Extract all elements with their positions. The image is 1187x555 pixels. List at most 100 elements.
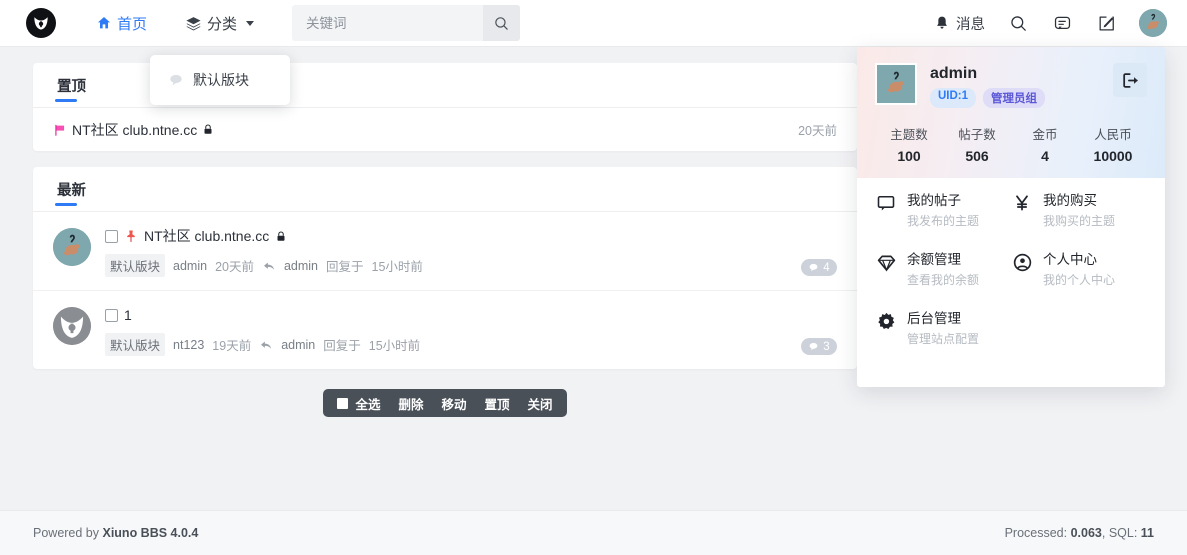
menu-item-title: 我的帖子	[907, 193, 961, 208]
latest-card-tabs: 最新	[33, 167, 857, 212]
chat-button[interactable]	[1051, 12, 1073, 34]
lock-icon	[204, 124, 212, 134]
menu-item-sub: 我购买的主题	[1043, 214, 1116, 228]
stat-posts-label: 帖子数	[958, 128, 996, 142]
stat-credit-value: 10000	[1093, 148, 1133, 164]
thread-last-replier[interactable]: admin	[281, 338, 315, 352]
messages-label: 消息	[956, 16, 985, 33]
user-dropdown-panel: admin UID:1 管理员组 主题数 100 帖子数 506 金币 4 人民…	[857, 47, 1165, 387]
avatar-image	[877, 65, 915, 103]
group-badge[interactable]: 管理员组	[983, 88, 1046, 108]
thread-author[interactable]: nt123	[173, 338, 204, 352]
thread-forum-tag[interactable]: 默认版块	[105, 254, 166, 277]
user-avatar[interactable]	[1139, 9, 1167, 37]
latest-card: 最新 NT社区 club.ntne.cc 默认版块 admin 20天前 adm…	[33, 167, 857, 369]
thread-last-reply-time: 15小时前	[368, 339, 421, 353]
stat-threads-value: 100	[897, 148, 921, 164]
tab-pinned[interactable]: 置顶	[53, 63, 90, 108]
thread-author-avatar[interactable]	[53, 307, 91, 345]
delete-button[interactable]: 删除	[398, 394, 423, 413]
search-box[interactable]	[292, 5, 521, 41]
top-navigation-bar: 首页 分类 消息	[0, 0, 1187, 47]
thread-title-row: 1	[105, 305, 837, 325]
select-all-button[interactable]: 全选	[337, 394, 380, 413]
logout-button[interactable]	[1113, 63, 1147, 97]
footer-sql-value: 11	[1140, 526, 1154, 540]
thread-reply-count-badge[interactable]: 4	[801, 259, 837, 276]
menu-item-balance[interactable]: 余额管理 查看我的余额	[875, 251, 1011, 288]
footer-powered-name[interactable]: Xiuno BBS 4.0.4	[102, 526, 198, 540]
user-name: admin	[930, 65, 978, 82]
batch-action-bar-wrapper: 全选 删除 移动 置顶 关闭	[33, 389, 857, 417]
footer-powered-by: Powered by Xiuno BBS 4.0.4	[33, 526, 198, 540]
thread-select-checkbox[interactable]	[105, 308, 118, 322]
user-panel-avatar[interactable]	[875, 63, 917, 105]
thread-last-reply-time: 15小时前	[371, 260, 423, 274]
messages-button[interactable]: 消息	[934, 13, 985, 34]
pinned-thread-link[interactable]: NT社区 club.ntne.cc	[53, 120, 214, 140]
menu-item-text: 个人中心 我的个人中心	[1043, 251, 1115, 288]
thread-select-checkbox[interactable]	[105, 229, 118, 243]
stat-posts[interactable]: 帖子数 506	[943, 124, 1011, 164]
comment-icon	[809, 342, 818, 351]
thread-title[interactable]: NT社区 club.ntne.cc	[144, 226, 269, 246]
stat-gold-label: 金币	[1032, 128, 1058, 142]
stat-gold-value: 4	[1041, 148, 1049, 164]
pushpin-icon	[127, 230, 135, 243]
header-search-icon-button[interactable]	[1007, 12, 1029, 34]
select-all-checkbox[interactable]	[337, 397, 349, 409]
thread-title[interactable]: 1	[124, 305, 132, 325]
page-footer: Powered by Xiuno BBS 4.0.4 Processed: 0.…	[0, 510, 1187, 555]
yen-icon	[1011, 193, 1033, 213]
thread-reply-label: 回复于	[326, 260, 364, 274]
logo-mark-icon	[34, 17, 48, 30]
stat-gold[interactable]: 金币 4	[1011, 124, 1079, 164]
nav-item-home[interactable]: 首页	[86, 0, 157, 47]
compose-button[interactable]	[1095, 12, 1117, 34]
pinned-thread-title: NT社区 club.ntne.cc	[72, 121, 198, 138]
footer-sql-prefix: , SQL:	[1101, 526, 1141, 540]
stat-threads[interactable]: 主题数 100	[875, 124, 943, 164]
nav-item-category[interactable]: 分类	[175, 0, 264, 47]
stat-posts-value: 506	[965, 148, 989, 164]
search-submit-button[interactable]	[483, 5, 521, 41]
user-panel-menu: 我的帖子 我发布的主题 我的购买 我购买的主题 余额管理 查看我的余额 个人中心…	[857, 178, 1165, 387]
category-dropdown-item-default[interactable]: 默认版块	[150, 64, 290, 96]
tab-latest[interactable]: 最新	[53, 167, 90, 212]
menu-item-text: 后台管理 管理站点配置	[907, 310, 979, 347]
stat-threads-label: 主题数	[890, 128, 928, 142]
thread-last-replier[interactable]: admin	[284, 259, 318, 273]
menu-item-my-posts[interactable]: 我的帖子 我发布的主题	[875, 192, 1011, 229]
menu-item-admin[interactable]: 后台管理 管理站点配置	[875, 310, 1011, 347]
stat-credit[interactable]: 人民币 10000	[1079, 124, 1147, 164]
site-logo[interactable]	[24, 6, 58, 40]
header-actions: 消息	[934, 9, 1167, 37]
thread-reply-count-badge[interactable]: 3	[801, 338, 837, 355]
thread-title-row: NT社区 club.ntne.cc	[105, 226, 837, 246]
search-icon	[495, 16, 508, 30]
user-circle-icon	[1011, 252, 1033, 273]
pin-button[interactable]: 置顶	[485, 394, 510, 413]
user-panel-header: admin UID:1 管理员组 主题数 100 帖子数 506 金币 4 人民…	[857, 47, 1165, 178]
tab-active-indicator	[55, 202, 77, 206]
gear-icon	[875, 311, 897, 332]
menu-item-profile[interactable]: 个人中心 我的个人中心	[1011, 251, 1147, 288]
thread-author-avatar[interactable]	[53, 228, 91, 266]
thread-forum-tag[interactable]: 默认版块	[105, 333, 166, 356]
uid-badge[interactable]: UID:1	[930, 88, 977, 108]
close-button[interactable]: 关闭	[528, 394, 553, 413]
lock-icon	[277, 231, 285, 241]
table-row: NT社区 club.ntne.cc 默认版块 admin 20天前 admin …	[33, 212, 857, 291]
menu-item-my-purchases[interactable]: 我的购买 我购买的主题	[1011, 192, 1147, 229]
move-button[interactable]: 移动	[441, 394, 466, 413]
thread-body: 1 默认版块 nt123 19天前 admin 回复于 15小时前	[105, 305, 837, 356]
chevron-down-icon	[246, 20, 255, 26]
thread-body: NT社区 club.ntne.cc 默认版块 admin 20天前 admin …	[105, 226, 837, 277]
thread-author[interactable]: admin	[173, 259, 207, 273]
menu-item-sub: 管理站点配置	[907, 332, 980, 346]
search-icon	[1010, 15, 1026, 31]
thread-meta: 默认版块 admin 20天前 admin 回复于 15小时前	[105, 254, 837, 277]
home-icon	[98, 17, 110, 29]
comment-icon	[809, 263, 818, 272]
search-input[interactable]	[292, 5, 484, 41]
